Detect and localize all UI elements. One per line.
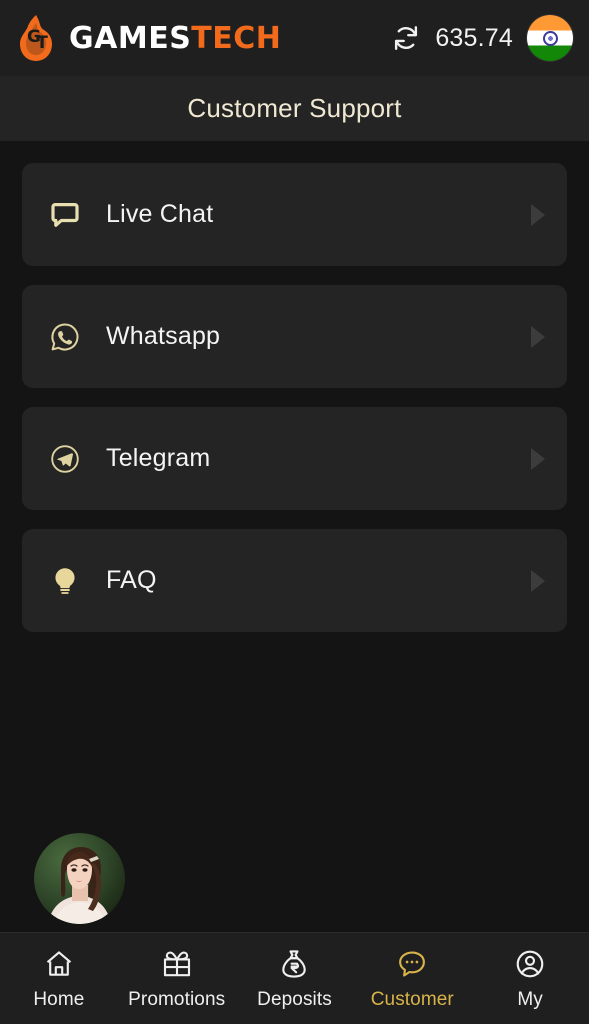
support-item-live-chat[interactable]: Live Chat — [22, 163, 567, 266]
nav-item-promotions[interactable]: Promotions — [118, 933, 236, 1024]
support-agent-avatar[interactable] — [34, 833, 125, 924]
nav-label: Home — [33, 989, 85, 1010]
app-header: G T GAMES TECH 635.74 — [0, 0, 589, 76]
support-options-list: Live Chat Whatsapp Telegram FAQ — [0, 141, 589, 632]
chevron-right-icon — [531, 569, 545, 592]
nav-item-home[interactable]: Home — [0, 933, 118, 1024]
nav-label: My — [517, 989, 543, 1010]
bottom-navigation: Home Promotions Deposits Customer My — [0, 932, 589, 1024]
telegram-icon — [48, 442, 82, 476]
nav-label: Deposits — [257, 989, 332, 1010]
nav-item-deposits[interactable]: Deposits — [236, 933, 354, 1024]
chat-bubble-icon — [48, 198, 82, 232]
chevron-right-icon — [531, 325, 545, 348]
svg-text:T: T — [36, 33, 48, 53]
support-item-label: Whatsapp — [106, 322, 221, 350]
brand-name-games: GAMES — [69, 20, 192, 56]
brand-name-tech: TECH — [191, 20, 282, 56]
app-root: G T GAMES TECH 635.74 Customer Support L… — [0, 0, 589, 1024]
support-item-label: Live Chat — [106, 200, 214, 228]
nav-item-customer[interactable]: Customer — [353, 933, 471, 1024]
chat-dots-icon — [394, 946, 430, 982]
flame-logo-icon: G T — [14, 14, 58, 62]
money-bag-rupee-icon — [276, 946, 312, 982]
nav-label: Promotions — [128, 989, 226, 1010]
chevron-right-icon — [531, 203, 545, 226]
page-title: Customer Support — [187, 93, 402, 123]
support-item-faq[interactable]: FAQ — [22, 529, 567, 632]
home-icon — [41, 946, 77, 982]
support-item-label: FAQ — [106, 566, 157, 594]
user-circle-icon — [512, 946, 548, 982]
lightbulb-icon — [48, 564, 82, 598]
nav-label: Customer — [370, 989, 454, 1010]
nav-item-my[interactable]: My — [471, 933, 589, 1024]
refresh-icon[interactable] — [391, 23, 421, 53]
chevron-right-icon — [531, 447, 545, 470]
brand-wordmark: GAMES TECH — [69, 21, 281, 56]
page-title-bar: Customer Support — [0, 76, 589, 141]
whatsapp-icon — [48, 320, 82, 354]
balance-amount[interactable]: 635.74 — [435, 24, 513, 53]
support-item-telegram[interactable]: Telegram — [22, 407, 567, 510]
support-item-label: Telegram — [106, 444, 211, 472]
ashoka-chakra — [542, 30, 558, 46]
gift-icon — [159, 946, 195, 982]
support-item-whatsapp[interactable]: Whatsapp — [22, 285, 567, 388]
brand-logo[interactable]: G T GAMES TECH — [14, 14, 281, 62]
header-right-group: 635.74 — [391, 15, 573, 61]
india-flag-icon[interactable] — [527, 15, 573, 61]
